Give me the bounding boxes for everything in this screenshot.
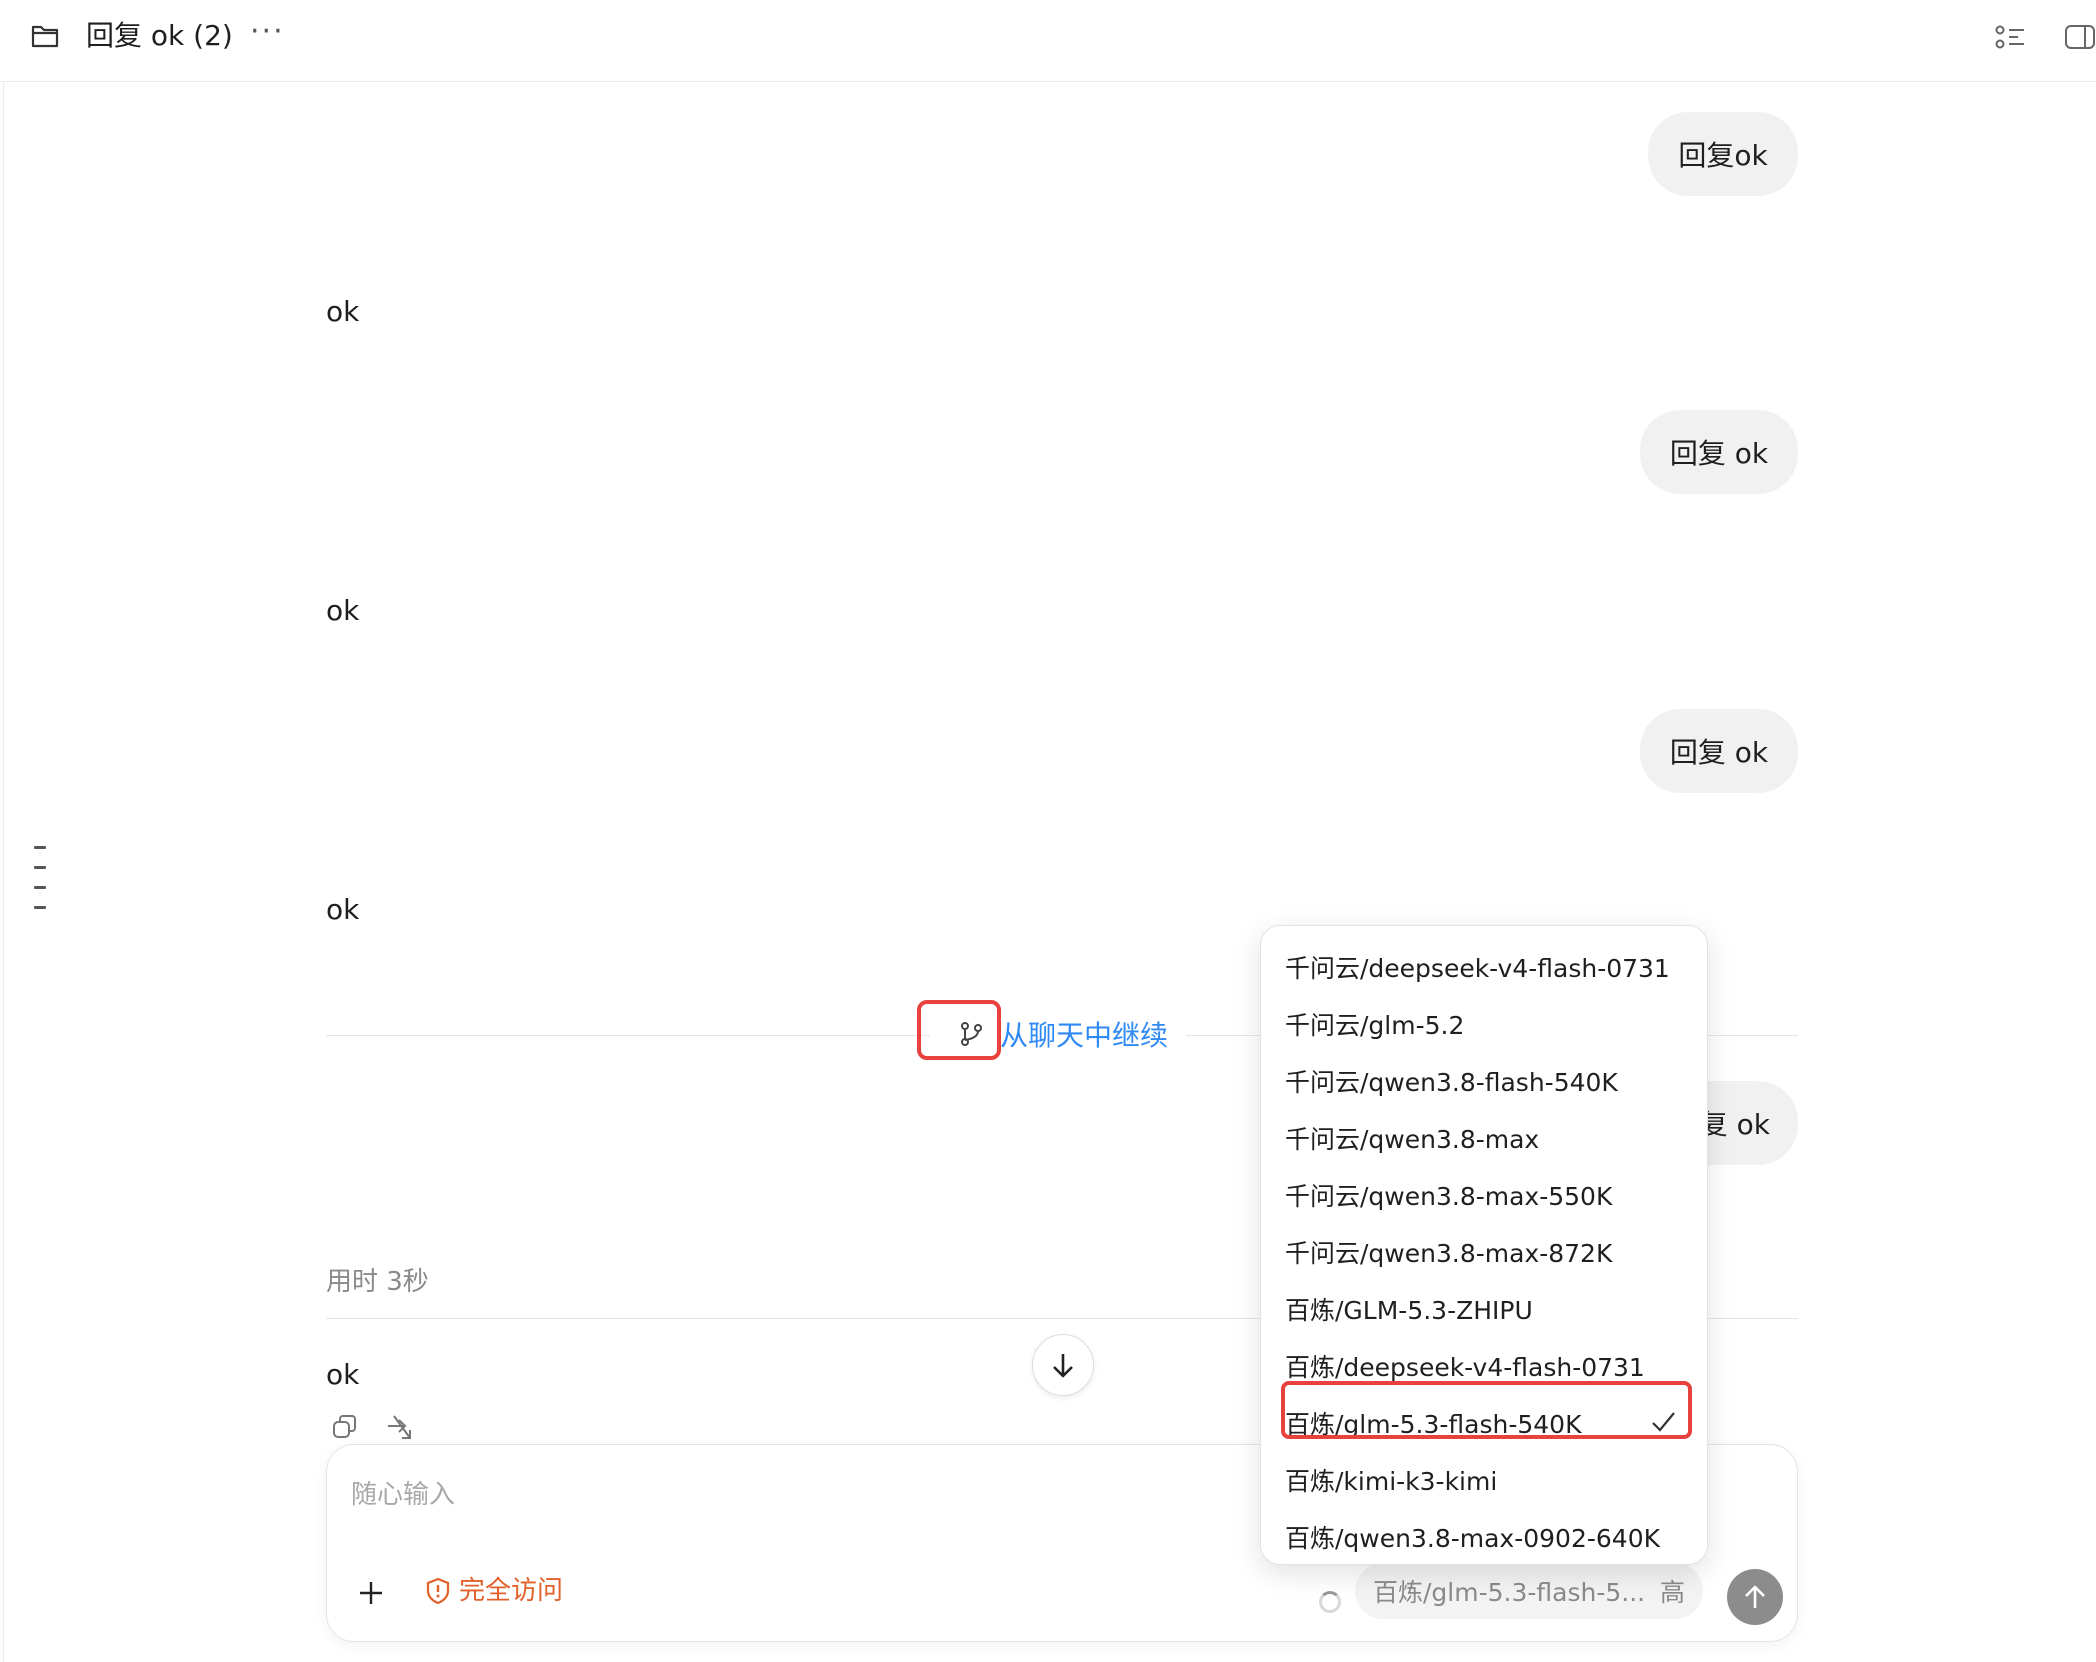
add-attachment-button[interactable] [351, 1573, 391, 1613]
scroll-to-bottom-button[interactable] [1032, 1334, 1094, 1396]
user-message-bubble: 回复 ok [1640, 410, 1798, 494]
assistant-message: ok [326, 594, 360, 627]
left-divider [3, 82, 4, 1662]
top-bar: 回复 ok (2) ··· [0, 0, 2096, 82]
model-option[interactable]: 百炼/kimi-k3-kimi [1261, 1451, 1707, 1508]
arrow-down-icon [1053, 1354, 1073, 1378]
fork-icon-highlight [917, 1000, 1001, 1060]
reasoning-effort-label[interactable]: 高 [1660, 1573, 1685, 1609]
assistant-message: ok [326, 295, 360, 328]
model-option[interactable]: 百炼/qwen3.8-max-0902-640K [1261, 1508, 1707, 1565]
user-message-bubble: 回复 ok [1640, 709, 1798, 793]
model-option[interactable]: 百炼/GLM-5.3-ZHIPU [1261, 1280, 1707, 1337]
continue-from-chat-link[interactable]: 从聊天中继续 [1000, 1016, 1168, 1056]
model-option[interactable]: 千问云/qwen3.8-max [1261, 1109, 1707, 1166]
message-outline-handle[interactable] [34, 846, 48, 926]
model-option[interactable]: 千问云/qwen3.8-flash-540K [1261, 1052, 1707, 1109]
model-option[interactable]: 千问云/qwen3.8-max-550K [1261, 1166, 1707, 1223]
full-access-label: 完全访问 [459, 1576, 564, 1606]
elapsed-time: 用时 3秒 [326, 1267, 429, 1297]
model-option[interactable]: 千问云/qwen3.8-max-872K [1261, 1223, 1707, 1280]
outline-list-icon[interactable] [1994, 22, 2026, 56]
branch-out-icon[interactable] [384, 1412, 414, 1446]
sidebar-toggle-icon[interactable] [2064, 22, 2096, 56]
model-option[interactable]: 千问云/glm-5.2 [1261, 995, 1707, 1052]
assistant-message: ok [326, 893, 360, 926]
selected-model-highlight [1281, 1381, 1692, 1439]
loading-spinner-icon [1319, 1591, 1341, 1613]
send-button[interactable] [1727, 1569, 1783, 1625]
branch-divider-left [326, 1035, 930, 1036]
full-access-toggle[interactable]: 完全访问 [425, 1571, 563, 1611]
user-message-bubble: 回复ok [1648, 112, 1798, 196]
plus-icon [360, 1582, 382, 1604]
chat-title: 回复 ok (2) [86, 19, 233, 52]
message-input[interactable]: 随心输入 [351, 1475, 455, 1515]
more-options-icon[interactable]: ··· [250, 12, 285, 52]
arrow-up-icon [1745, 1585, 1765, 1608]
model-option[interactable]: 千问云/deepseek-v4-flash-0731 [1261, 938, 1707, 995]
folder-icon[interactable] [30, 22, 60, 54]
model-selector-label: 百炼/glm-5.3-flash-5... [1373, 1578, 1646, 1607]
model-dropdown-menu: 千问云/deepseek-v4-flash-0731 千问云/glm-5.2 千… [1260, 925, 1708, 1565]
shield-alert-icon [426, 1577, 450, 1605]
model-selector[interactable]: 百炼/glm-5.3-flash-5... 高 [1355, 1563, 1703, 1619]
assistant-message: ok [326, 1358, 360, 1391]
copy-icon[interactable] [330, 1412, 360, 1446]
